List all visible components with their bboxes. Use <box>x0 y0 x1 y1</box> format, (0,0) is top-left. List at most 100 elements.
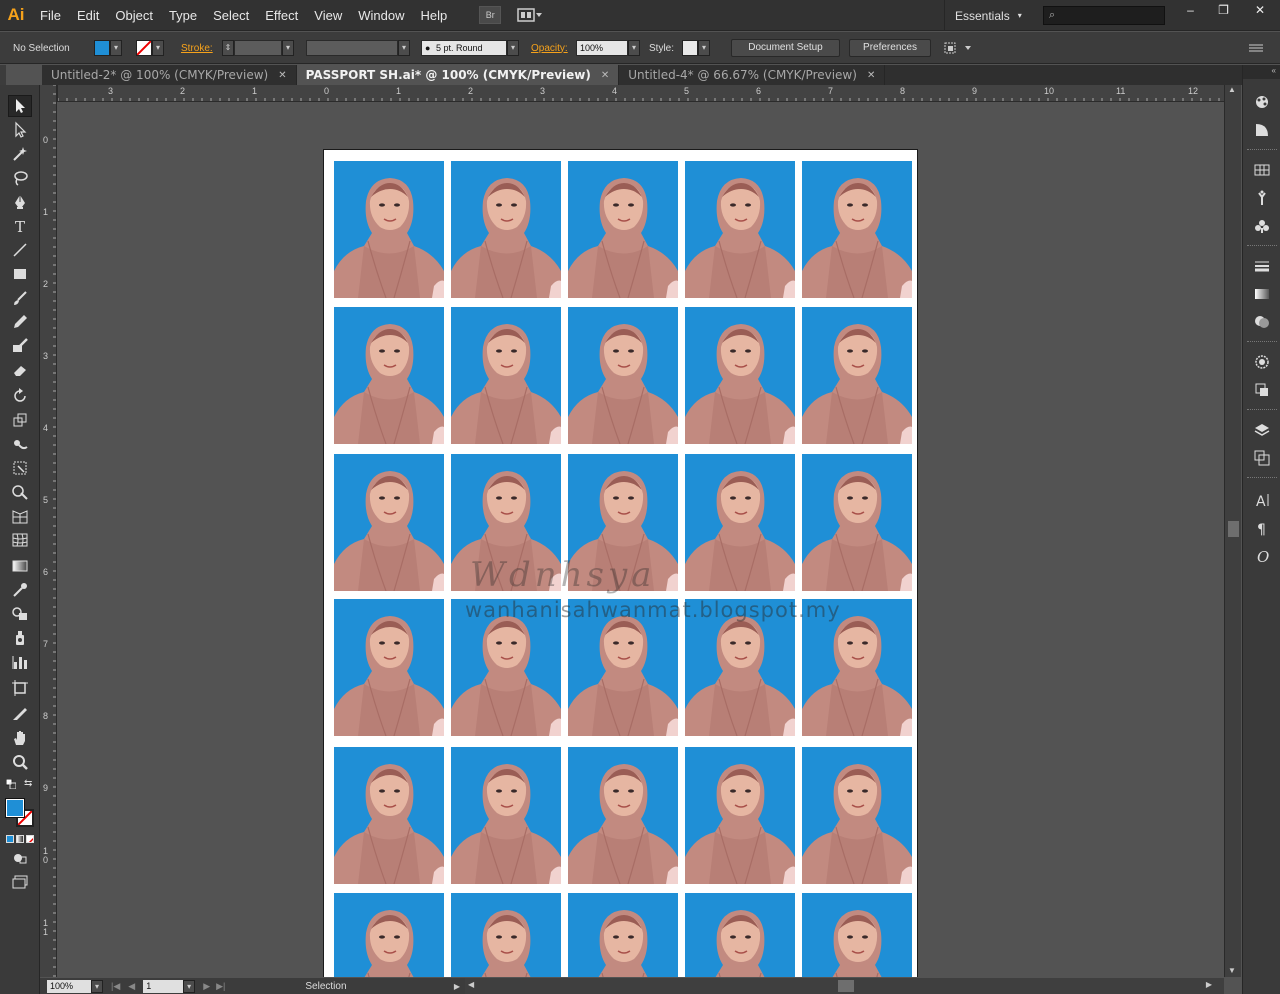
stroke-color-control[interactable]: ▾ <box>136 32 164 64</box>
passport-photo[interactable] <box>451 161 561 298</box>
artboard-dropdown[interactable]: ▾ <box>183 979 196 993</box>
gradient-mode-icon[interactable] <box>16 835 24 843</box>
passport-photo[interactable] <box>451 307 561 444</box>
menu-window[interactable]: Window <box>350 0 412 31</box>
transparency-icon[interactable] <box>1251 311 1273 333</box>
character-panel-icon[interactable]: A <box>1251 489 1273 511</box>
document-setup-button[interactable]: Document Setup <box>731 39 840 57</box>
line-tool-icon[interactable] <box>8 239 32 261</box>
zoom-tool-icon[interactable] <box>8 751 32 773</box>
passport-photo[interactable] <box>334 161 444 298</box>
stroke-weight-stepper[interactable]: ⇕ <box>222 40 234 56</box>
mesh-tool-icon[interactable] <box>8 529 32 551</box>
graphic-styles-icon[interactable] <box>1251 379 1273 401</box>
stroke-label[interactable]: Stroke: <box>181 43 213 54</box>
horizontal-ruler[interactable]: 3 2 1 0 1 2 3 4 5 6 7 8 9 10 11 12 <box>58 85 1226 102</box>
brush-definition-control[interactable]: ● 5 pt. Round ▾ <box>421 32 519 64</box>
bridge-button[interactable]: Br <box>479 6 502 24</box>
previous-artboard-icon[interactable]: ◀ <box>128 981 135 992</box>
menu-help[interactable]: Help <box>412 0 455 31</box>
direct-selection-tool-icon[interactable] <box>8 119 32 141</box>
dock-collapse-bar[interactable]: « <box>1243 65 1280 79</box>
passport-photo[interactable] <box>685 454 795 591</box>
vertical-scroll-thumb[interactable] <box>1228 521 1239 537</box>
variable-width-field[interactable] <box>306 40 398 56</box>
scale-tool-icon[interactable] <box>8 409 32 431</box>
tab-untitled-2[interactable]: Untitled-2* @ 100% (CMYK/Preview) ✕ <box>42 65 297 85</box>
fill-swatch[interactable] <box>94 40 110 56</box>
preferences-button[interactable]: Preferences <box>849 39 931 57</box>
gradient-tool-icon[interactable] <box>8 555 32 577</box>
vertical-scrollbar[interactable]: ▲ ▼ <box>1224 85 1241 977</box>
shape-builder-icon[interactable] <box>8 481 32 503</box>
horizontal-scroll-thumb[interactable] <box>838 980 854 992</box>
workspace-switcher[interactable]: Essentials ▾ <box>944 0 1036 31</box>
color-panel-icon[interactable] <box>1251 91 1273 113</box>
panel-menu-icon[interactable] <box>1249 32 1263 64</box>
passport-photo[interactable] <box>451 893 561 977</box>
scroll-down-icon[interactable]: ▼ <box>1228 966 1236 975</box>
pencil-icon[interactable] <box>8 311 32 333</box>
vertical-ruler[interactable]: 0 1 2 3 4 5 6 7 8 9 1 0 1 1 <box>40 85 57 977</box>
color-mode-buttons[interactable] <box>6 835 34 843</box>
lasso-icon[interactable] <box>8 167 32 189</box>
passport-photo[interactable] <box>568 307 678 444</box>
menu-file[interactable]: File <box>32 0 69 31</box>
first-artboard-icon[interactable]: |◀ <box>111 981 120 992</box>
toolbar-gripper[interactable] <box>0 65 6 85</box>
zoom-dropdown[interactable]: ▾ <box>91 979 103 993</box>
passport-photo[interactable] <box>334 893 444 977</box>
eraser-icon[interactable] <box>8 359 32 381</box>
warp-tool-icon[interactable] <box>8 433 32 455</box>
stroke-panel-icon[interactable] <box>1251 255 1273 277</box>
layers-icon[interactable] <box>1251 419 1273 441</box>
scroll-up-icon[interactable]: ▲ <box>1228 85 1236 94</box>
paintbrush-icon[interactable] <box>8 287 32 309</box>
rotate-tool-icon[interactable] <box>8 385 32 407</box>
passport-photo[interactable] <box>685 307 795 444</box>
opentype-panel-icon[interactable]: O <box>1251 545 1273 567</box>
arrange-documents-button[interactable] <box>517 7 543 23</box>
stroke-dropdown[interactable]: ▾ <box>152 40 164 56</box>
close-tab-icon[interactable]: ✕ <box>867 70 875 81</box>
last-artboard-icon[interactable]: ▶| <box>216 981 225 992</box>
restore-button[interactable]: ❐ <box>1207 0 1240 20</box>
slice-tool-icon[interactable] <box>8 703 32 725</box>
blob-brush-icon[interactable] <box>8 335 32 357</box>
screen-mode-icon[interactable] <box>8 871 32 893</box>
passport-photo[interactable] <box>802 747 912 884</box>
gradient-panel-icon[interactable] <box>1251 283 1273 305</box>
artboards-panel-icon[interactable] <box>1251 447 1273 469</box>
graphic-style-swatch[interactable] <box>682 40 698 56</box>
passport-photo[interactable] <box>685 747 795 884</box>
menu-type[interactable]: Type <box>161 0 205 31</box>
variable-width-dropdown[interactable]: ▾ <box>398 40 410 56</box>
blend-tool-icon[interactable] <box>8 603 32 625</box>
status-menu-icon[interactable]: ▶ <box>454 982 460 991</box>
passport-photo[interactable] <box>802 307 912 444</box>
tab-passport-sh[interactable]: PASSPORT SH.ai* @ 100% (CMYK/Preview) ✕ <box>296 65 620 85</box>
stroke-weight-field[interactable] <box>234 40 282 56</box>
default-fill-stroke-icon[interactable] <box>5 778 17 790</box>
menu-view[interactable]: View <box>306 0 350 31</box>
passport-photo[interactable] <box>685 893 795 977</box>
swap-fill-stroke-icon[interactable]: ⇆ <box>24 778 32 789</box>
paragraph-panel-icon[interactable]: ¶ <box>1251 517 1273 539</box>
free-transform-icon[interactable] <box>8 457 32 479</box>
passport-photo[interactable] <box>334 307 444 444</box>
canvas-area[interactable] <box>58 102 1224 977</box>
symbols-icon[interactable] <box>1251 215 1273 237</box>
drawing-modes-icon[interactable] <box>8 847 32 869</box>
passport-photo[interactable] <box>568 161 678 298</box>
brushes-icon[interactable] <box>1251 187 1273 209</box>
fill-dropdown[interactable]: ▾ <box>110 40 122 56</box>
opacity-label[interactable]: Opacity: <box>531 43 568 54</box>
menu-select[interactable]: Select <box>205 0 257 31</box>
passport-photo[interactable] <box>451 747 561 884</box>
artboard-number-field[interactable]: 1 <box>143 979 184 993</box>
passport-photo[interactable] <box>685 161 795 298</box>
artboard-tool-icon[interactable] <box>8 677 32 699</box>
opacity-dropdown[interactable]: ▾ <box>628 40 640 56</box>
none-mode-icon[interactable] <box>26 835 34 843</box>
close-tab-icon[interactable]: ✕ <box>278 70 286 81</box>
